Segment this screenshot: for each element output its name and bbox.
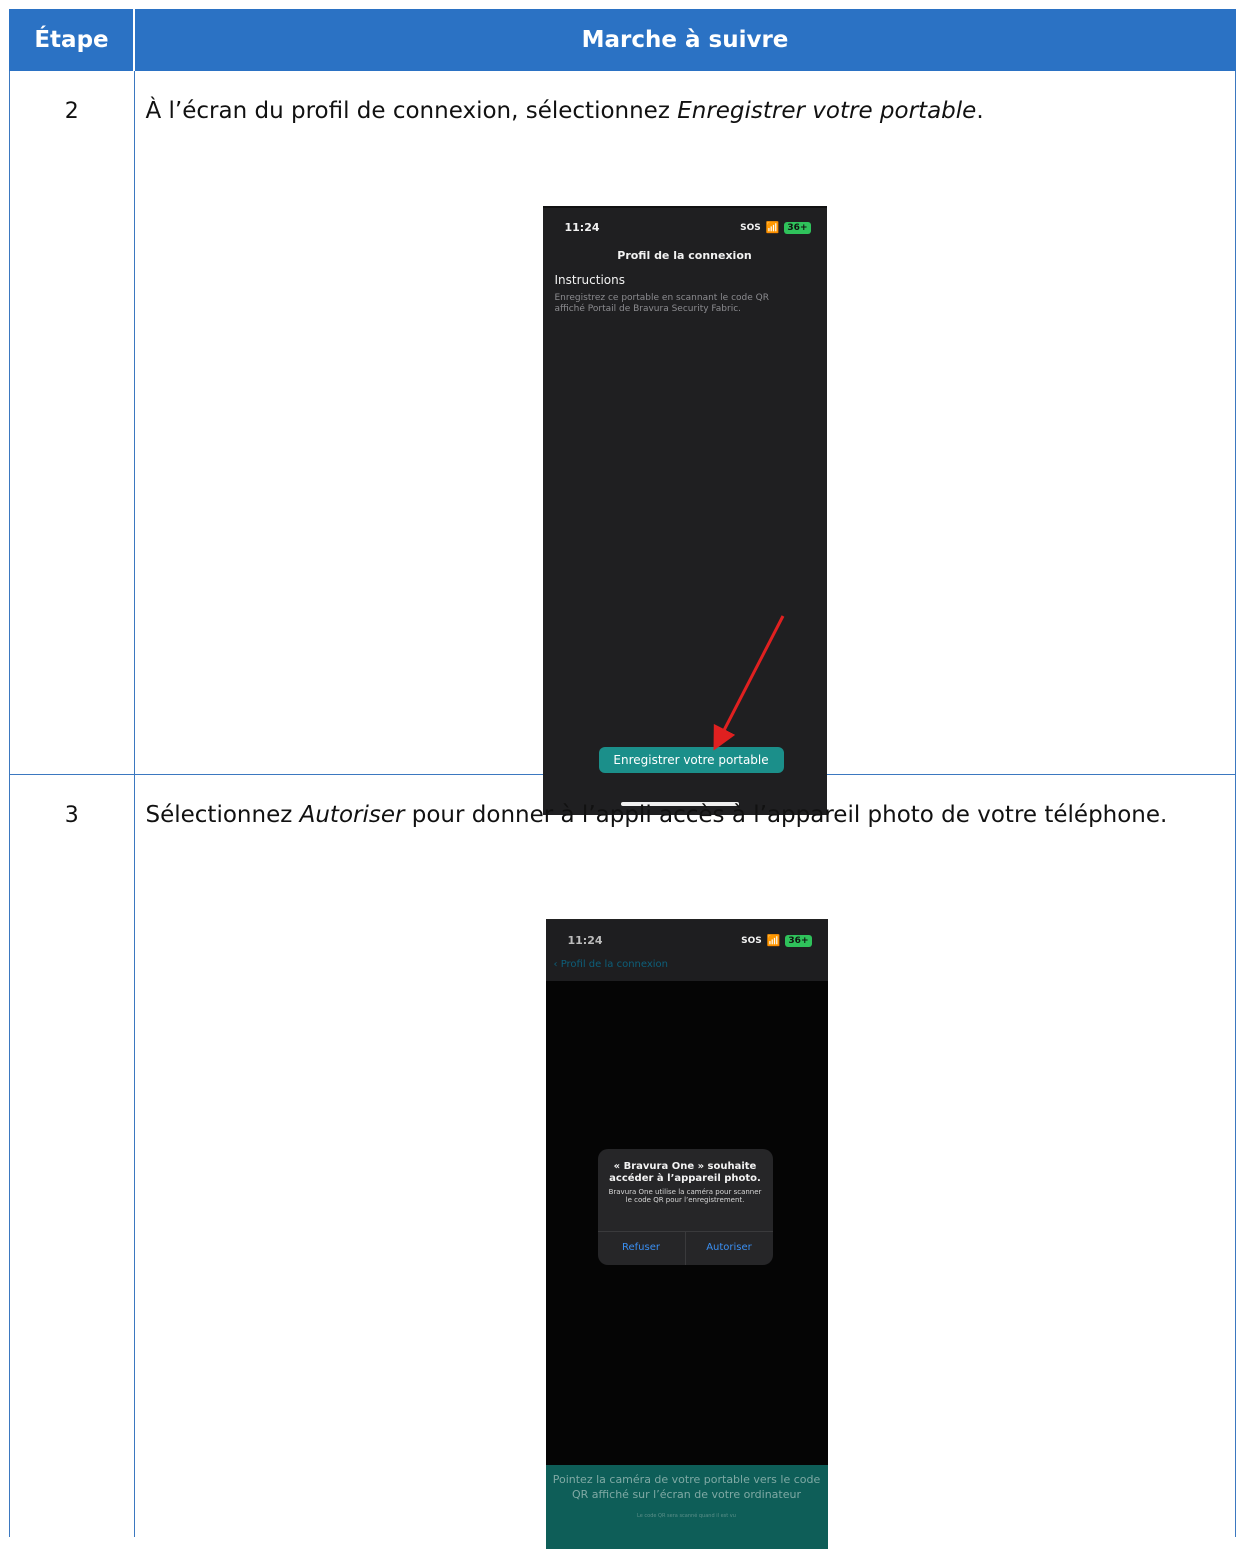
camera-permission-dialog: « Bravura One » souhaite accéder à l’app… xyxy=(597,1149,773,1265)
screenshot-edge xyxy=(545,919,828,920)
sos-indicator: SOS xyxy=(741,935,762,946)
red-arrow-icon xyxy=(712,615,784,751)
status-bar: 11:24 SOS 📶 36+ xyxy=(546,934,828,952)
instruction-text-part: pour donner à l’appli accès à l’appareil… xyxy=(404,802,1168,828)
step-number: 3 xyxy=(64,803,79,828)
instruction-text-part: À l’écran du profil de connexion, sélect… xyxy=(145,98,678,124)
header-instructions: Marche à suivre xyxy=(133,9,1236,71)
phone-screenshot-camera-permission: 11:24 SOS 📶 36+ ‹ Profil de la connexion… xyxy=(545,919,828,1549)
instruction-text-part: . xyxy=(976,98,984,124)
step-cell: 2 xyxy=(9,70,135,775)
refuse-button[interactable]: Refuser xyxy=(598,1231,685,1265)
wifi-icon: 📶 xyxy=(766,934,781,947)
phone-screenshot-login-profile: 11:24 SOS 📶 36+ Profil de la connexion I… xyxy=(542,206,827,815)
instruction-emphasis: Enregistrer votre portable xyxy=(677,98,977,124)
banner-text: Pointez la caméra de votre portable vers… xyxy=(552,1473,821,1501)
camera-instruction-banner: Pointez la caméra de votre portable vers… xyxy=(545,1465,828,1549)
back-label: Profil de la connexion xyxy=(560,959,668,970)
allow-button[interactable]: Autoriser xyxy=(686,1231,773,1265)
status-time: 11:24 xyxy=(567,934,603,947)
dialog-title: « Bravura One » souhaite accéder à l’app… xyxy=(609,1161,761,1184)
instruction-cell: À l’écran du profil de connexion, sélect… xyxy=(133,70,1236,815)
dialog-text: Bravura One utilise la caméra pour scann… xyxy=(608,1188,762,1204)
step-number: 2 xyxy=(64,99,79,124)
status-icons: SOS 📶 36+ xyxy=(741,934,812,947)
chevron-left-icon: ‹ xyxy=(553,959,558,970)
table-row-step-3: 3 Sélectionnez Autoriser pour donner à l… xyxy=(9,774,1236,1549)
table-row-step-2: 2 À l’écran du profil de connexion, séle… xyxy=(9,70,1236,815)
banner-subtext: Le code QR sera scanné quand il est vu xyxy=(637,1513,736,1519)
instruction-text-part: Sélectionnez xyxy=(145,802,300,828)
battery-icon: 36+ xyxy=(785,934,812,947)
instruction-text: À l’écran du profil de connexion, sélect… xyxy=(135,71,1236,132)
back-link[interactable]: ‹ Profil de la connexion xyxy=(554,959,669,970)
instruction-emphasis: Autoriser xyxy=(299,802,405,828)
instruction-text: Sélectionnez Autoriser pour donner à l’a… xyxy=(135,775,1236,836)
instructions-table: Étape Marche à suivre 2 À l’écran du pro… xyxy=(9,9,1236,1549)
instruction-cell: Sélectionnez Autoriser pour donner à l’a… xyxy=(133,774,1236,1549)
header-step: Étape xyxy=(9,9,135,71)
step-cell: 3 xyxy=(9,774,135,1537)
